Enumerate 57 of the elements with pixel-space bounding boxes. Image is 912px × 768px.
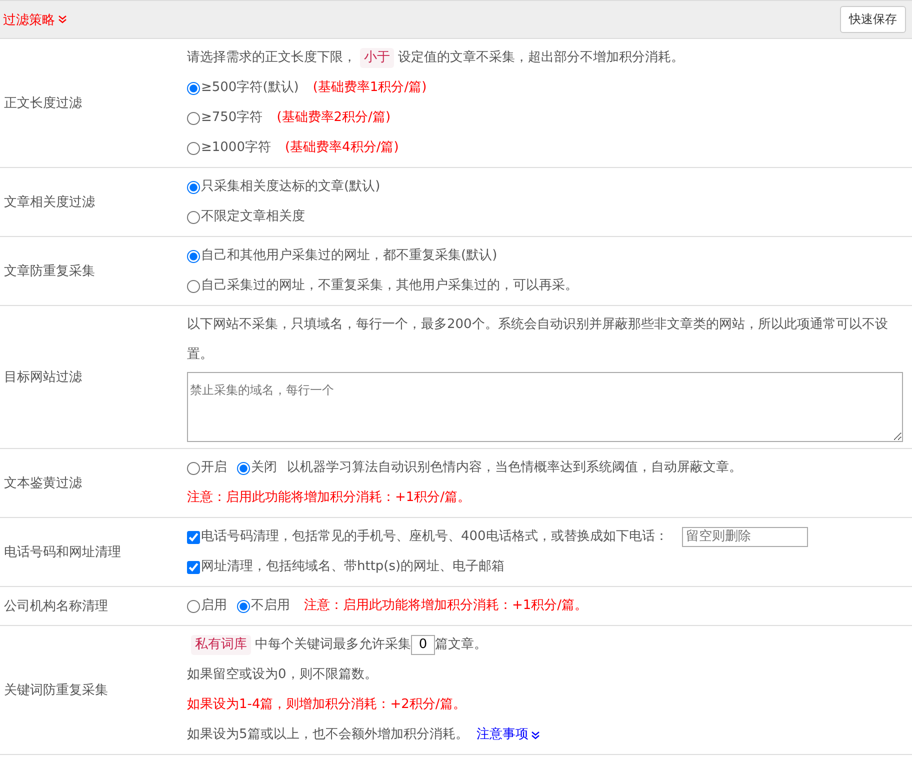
description-text: 中每个关键词最多允许采集 — [255, 636, 411, 654]
description-text: 如果设为5篇或以上，也不会额外增加积分消耗。 — [187, 726, 468, 744]
warning-text: 如果设为1-4篇，则增加积分消耗：+2积分/篇。 — [187, 696, 466, 714]
radio-button[interactable] — [237, 462, 250, 474]
row-label: 文章相关度过滤 — [3, 194, 96, 211]
warning-text: 注意：启用此功能将增加积分消耗：+1积分/篇。 — [304, 597, 588, 615]
count-input-field[interactable]: 0 — [411, 635, 435, 655]
warning-text: 注意：启用此功能将增加积分消耗：+1积分/篇。 — [187, 489, 471, 507]
radio-button[interactable] — [187, 600, 200, 612]
radio-button[interactable] — [187, 180, 200, 194]
row-label: 正文长度过滤 — [3, 95, 83, 112]
option-label: 启用 — [201, 597, 227, 615]
notes-link[interactable]: 注意事项 — [476, 720, 540, 750]
chevron-down-icon — [58, 15, 67, 24]
radio-button[interactable] — [237, 600, 250, 612]
phone-input-field[interactable]: 留空则删除 — [682, 527, 808, 547]
row-label: 文本鉴黄过滤 — [3, 475, 83, 492]
option-label: 不限定文章相关度 — [201, 208, 305, 226]
option-label: ≥1000字符 — [201, 139, 271, 157]
option-label: 关闭 — [251, 459, 277, 477]
radio-button[interactable] — [187, 142, 200, 154]
checkbox[interactable] — [187, 560, 200, 574]
quick-save-button[interactable]: 快速保存 — [840, 6, 906, 33]
description-text: 以下网站不采集，只填域名，每行一个，最多200个。系统会自动识别并屏蔽那些非文章类的网站，所以此项通常可以不设置。 — [187, 316, 889, 364]
radio-button[interactable] — [187, 280, 200, 292]
row-label: 关键词防重复采集 — [3, 682, 109, 699]
domain-text-area[interactable]: 禁止采集的域名，每行一个 — [187, 372, 903, 442]
radio-button[interactable] — [187, 250, 200, 262]
radio-button[interactable] — [187, 210, 200, 224]
description-text: 如果留空或设为0，则不限篇数。 — [187, 666, 378, 684]
description-text: 以机器学习算法自动识别色情内容，当色情概率达到系统阈值，自动屏蔽文章。 — [287, 459, 742, 477]
row-label: 文章防重复采集 — [3, 263, 96, 280]
highlight-tag: 私有词库 — [191, 635, 251, 655]
chevron-down-icon — [531, 730, 540, 740]
highlight-tag: 小于 — [360, 48, 394, 68]
option-label: 电话号码清理，包括常见的手机号、座机号、400电话格式，或替换成如下电话： — [201, 528, 668, 546]
option-label: 自己采集过的网址，不重复采集，其他用户采集过的，可以再采。 — [201, 277, 578, 295]
row-label: 电话号码和网址清理 — [3, 544, 122, 561]
checkbox[interactable] — [187, 530, 200, 544]
description-text: 篇文章。 — [435, 636, 487, 654]
description-text: 请选择需求的正文长度下限， — [187, 49, 356, 67]
option-label: 网址清理，包括纯域名、带http(s)的网址、电子邮箱 — [201, 558, 505, 576]
radio-button[interactable] — [187, 82, 200, 94]
option-label: 不启用 — [251, 597, 290, 615]
option-label: 只采集相关度达标的文章(默认) — [201, 178, 380, 196]
radio-button[interactable] — [187, 112, 200, 124]
warning-text: (基础费率1积分/篇) — [312, 79, 427, 97]
option-label: ≥750字符 — [201, 109, 263, 127]
warning-text: (基础费率2积分/篇) — [276, 109, 391, 127]
row-label: 目标网站过滤 — [3, 369, 83, 386]
row-label: 公司机构名称清理 — [3, 598, 109, 615]
option-label: 开启 — [201, 459, 227, 477]
description-text: 设定值的文章不采集，超出部分不增加积分消耗。 — [398, 49, 684, 67]
option-label: 自己和其他用户采集过的网址，都不重复采集(默认) — [201, 247, 498, 265]
radio-button[interactable] — [187, 462, 200, 474]
option-label: ≥500字符(默认) — [201, 79, 299, 97]
warning-text: (基础费率4积分/篇) — [284, 139, 399, 157]
